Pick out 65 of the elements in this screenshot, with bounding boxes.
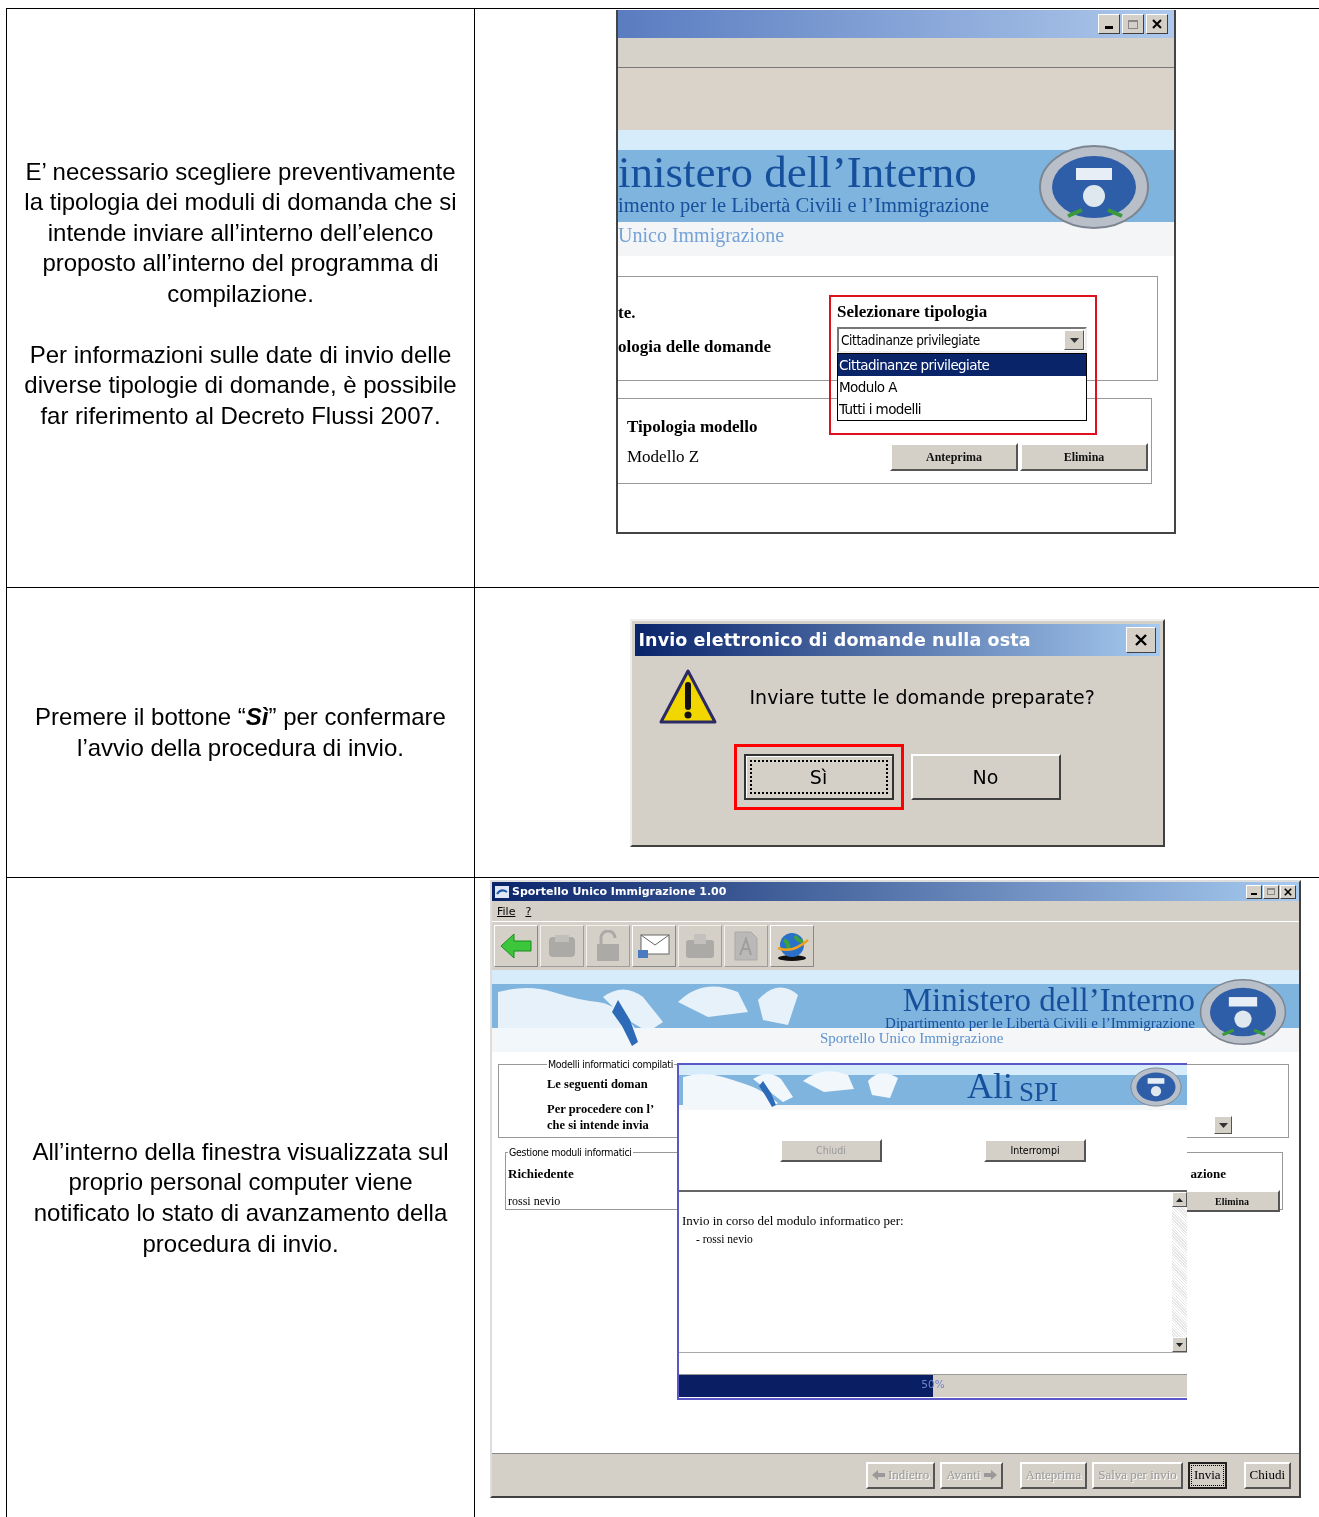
banner-subtitle: Dipartimento per le Libertà Civili e l’Immigrazione (885, 1016, 1195, 1030)
panel-legend: Modelli informatici compilati (547, 1058, 674, 1070)
globe-icon[interactable] (770, 925, 814, 967)
arrow-left-icon[interactable] (494, 925, 538, 967)
dropdown-option[interactable]: Tutti i modelli (838, 398, 1086, 420)
applicant-name: rossi nevio (508, 1193, 561, 1209)
column-header: Richiedente (508, 1166, 574, 1182)
app-icon (495, 885, 509, 898)
instruction-text: E’ necessario scegliere preventivamente la tipologia dei moduli di domanda che si intende inviare all’interno dell’elenco proposto all’interno del programma di compilazione. (23, 156, 458, 309)
dropdown-option[interactable]: Modulo A (838, 376, 1086, 398)
instruction-text: Per informazioni sulle date di invio delle diverse tipologie di domande, è possibile far riferimento al Decreto Flussi 2007. (23, 339, 458, 431)
panel-legend: Gestione moduli informatici (508, 1146, 633, 1158)
selector-label: Selezionare tipologia (837, 301, 989, 323)
footer-button[interactable]: Chiudi (1243, 1461, 1291, 1489)
footer-button[interactable]: Invia (1187, 1461, 1227, 1489)
window-title: Sportello Unico Immigrazione 1.00 (512, 885, 728, 898)
emblem-icon (1038, 144, 1150, 230)
close-icon[interactable] (1146, 14, 1168, 34)
emblem-icon (1129, 1067, 1183, 1107)
progress-reading: 50% (920, 1378, 946, 1390)
arrow-down-icon[interactable] (1176, 1342, 1183, 1347)
envelope-icon[interactable] (632, 925, 676, 967)
log-line: Invio in corso del modulo informatico per: (682, 1212, 905, 1230)
form-label: ologia delle domande (618, 337, 771, 357)
brand-logo: Ali (967, 1067, 1013, 1105)
minimize-icon[interactable] (1246, 884, 1262, 899)
dropdown-option[interactable]: Cittadinanze privilegiate (838, 354, 1086, 376)
banner-title: Ministero dell’Interno (901, 984, 1195, 1016)
dialog-message: Inviare tutte le domande preparate? (749, 685, 1095, 708)
dialog-button[interactable]: Interrompi (984, 1138, 1086, 1162)
scrollbar[interactable] (1172, 1192, 1187, 1352)
banner-title: inistero dell’Interno (618, 150, 977, 194)
delete-button[interactable]: Elimina (1184, 1190, 1280, 1212)
column-header: Tipologia modello (627, 417, 759, 437)
maximize-icon[interactable] (1122, 14, 1144, 34)
arrow-left-icon (872, 1470, 885, 1480)
type-dropdown[interactable]: Cittadinanze privilegiate (837, 327, 1087, 353)
brand-logo-suffix: SPI (1019, 1077, 1059, 1107)
dialog-title: Invio elettronico di domande nulla osta (638, 629, 1031, 650)
arrow-right-icon (983, 1470, 997, 1480)
maximize-icon[interactable] (1263, 884, 1279, 899)
log-line: - rossi nevio (695, 1232, 754, 1247)
close-icon[interactable] (1280, 884, 1296, 899)
menu-item[interactable]: File (497, 904, 516, 918)
model-button[interactable]: Elimina (1020, 443, 1148, 471)
column-header: azione (1190, 1166, 1226, 1182)
banner-subtitle: imento per le Libertà Civili e l’Immigrazione (618, 194, 990, 216)
menu-item[interactable]: ? (525, 904, 532, 918)
arrow-up-icon[interactable] (1176, 1197, 1183, 1202)
dialog-button[interactable]: No (910, 753, 1061, 800)
model-button[interactable]: Anteprima (890, 443, 1018, 471)
instruction-text: Premere il bottone “Sì” per confermare l’avvio della procedura di invio. (34, 701, 447, 763)
dialog-button[interactable]: Sì (743, 753, 894, 800)
banner-caption: Unico Immigrazione (618, 222, 1174, 256)
panel-text: Per procedere con l’ (547, 1101, 655, 1117)
panel-text: che si intende invia (547, 1117, 649, 1133)
minimize-icon[interactable] (1098, 14, 1120, 34)
panel-text: Le seguenti doman (547, 1076, 648, 1092)
form-label: te. (618, 303, 636, 323)
model-name: Modello Z (627, 447, 700, 467)
warning-icon (657, 667, 718, 726)
instruction-text: All’interno della finestra visualizzata sul proprio personal computer viene notificato lo stato di avanzamento della procedura di invio. (31, 1136, 450, 1259)
banner-caption: Sportello Unico Immigrazione (820, 1030, 1004, 1047)
emblem-icon (1199, 978, 1287, 1046)
close-icon[interactable] (1125, 626, 1156, 653)
